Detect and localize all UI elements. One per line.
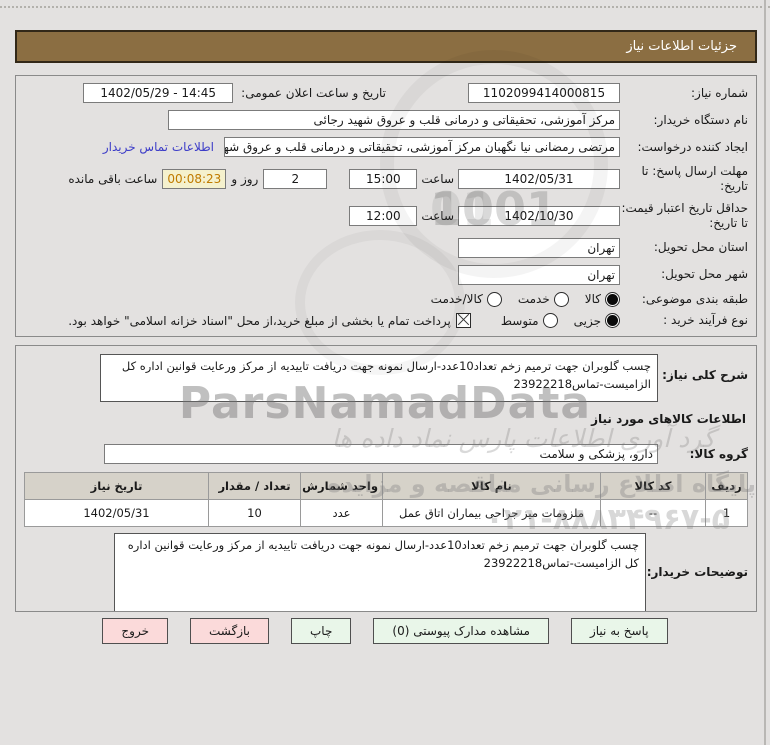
col-row-number: ردیف xyxy=(705,472,748,500)
page-title-bar: جزئیات اطلاعات نیاز xyxy=(15,30,757,63)
goods-table-row: 1 -- ملزومات میز جراحی بیماران اتاق عمل … xyxy=(24,499,748,527)
validity-time-field[interactable]: 12:00 xyxy=(349,205,418,226)
need-description-label: شرح کلی نیاز: xyxy=(662,368,748,382)
classification-option-goods-label: کالا xyxy=(584,292,601,307)
classification-option-goods-service-label: کالا/خدمت xyxy=(430,292,483,307)
cell-quantity: 10 xyxy=(208,499,301,527)
requester-label: ایجاد کننده درخواست: xyxy=(637,139,748,154)
classification-radio-goods-service[interactable] xyxy=(486,291,502,307)
goods-table-header-row: ردیف کد کالا نام کالا واحد شمارش تعداد /… xyxy=(24,472,748,500)
need-number-row: شماره نیاز: 1102099414000815 تاریخ و ساع… xyxy=(24,83,748,104)
announce-datetime-field[interactable]: 1402/05/29 - 14:45 xyxy=(83,83,234,104)
hours-remaining-label: ساعت باقی مانده xyxy=(68,172,158,187)
col-need-date: تاریخ نیاز xyxy=(24,472,209,500)
col-item-name: نام کالا xyxy=(382,472,601,500)
deadline-hour-label: ساعت xyxy=(421,172,454,187)
goods-table: ردیف کد کالا نام کالا واحد شمارش تعداد /… xyxy=(24,472,748,527)
cell-unit: عدد xyxy=(300,499,383,527)
goods-group-row: گروه کالا: دارو، پزشکی و سلامت xyxy=(24,444,748,464)
cell-item-code: -- xyxy=(600,499,706,527)
page-title: جزئیات اطلاعات نیاز xyxy=(626,39,737,54)
need-info-panel: شماره نیاز: 1102099414000815 تاریخ و ساع… xyxy=(15,75,757,337)
col-unit: واحد شمارش xyxy=(300,472,383,500)
treasury-checkbox[interactable] xyxy=(455,313,471,329)
action-buttons: پاسخ به نیاز مشاهده مدارک پیوستی (0) چاپ… xyxy=(0,618,770,644)
process-type-label: نوع فرآیند خرید : xyxy=(663,313,748,328)
deadline-time-field[interactable]: 15:00 xyxy=(349,169,418,190)
respond-to-need-button[interactable]: پاسخ به نیاز xyxy=(570,618,668,644)
province-label: استان محل تحویل: xyxy=(653,240,748,255)
need-description-field[interactable]: چسب گلوبران جهت ترمیم زخم تعداد10عدد-ارس… xyxy=(100,354,658,402)
col-item-code: کد کالا xyxy=(600,472,706,500)
cell-need-date: 1402/05/31 xyxy=(24,499,209,527)
city-row: شهر محل تحویل: تهران xyxy=(24,264,748,285)
classification-label: طبقه بندی موضوعی: xyxy=(641,291,748,306)
validity-hour-label: ساعت xyxy=(421,208,454,223)
classification-radio-goods[interactable] xyxy=(605,291,620,307)
countdown-timer: 00:08:23 xyxy=(162,169,227,190)
exit-button[interactable]: خروج xyxy=(102,618,168,644)
requester-field[interactable]: مرتضی رمضانی نیا نگهبان مرکز آموزشی، تحق… xyxy=(224,137,620,158)
buyer-org-field[interactable]: مرکز آموزشی، تحقیقاتی و درمانی قلب و عرو… xyxy=(168,110,620,131)
classification-row: طبقه بندی موضوعی: کالا خدمت کالا/خدمت xyxy=(24,291,748,307)
buyer-notes-field[interactable]: چسب گلوبران جهت ترمیم زخم تعداد10عدد-ارس… xyxy=(114,533,646,611)
back-button[interactable]: بازگشت xyxy=(190,618,269,644)
col-quantity: تعداد / مقدار xyxy=(208,472,301,500)
price-validity-row: حداقل تاریخ اعتبار قیمت: تا تاریخ: 1402/… xyxy=(24,201,748,231)
goods-group-field[interactable]: دارو، پزشکی و سلامت xyxy=(104,444,658,464)
buyer-contact-link[interactable]: اطلاعات تماس خریدار xyxy=(103,140,214,154)
need-description-row: شرح کلی نیاز: چسب گلوبران جهت ترمیم زخم … xyxy=(24,354,748,402)
days-label: روز و xyxy=(231,172,259,187)
province-field[interactable]: تهران xyxy=(458,237,620,258)
buyer-org-row: نام دستگاه خریدار: مرکز آموزشی، تحقیقاتی… xyxy=(24,110,749,131)
days-remaining-field[interactable]: 2 xyxy=(263,169,328,190)
buyer-notes-label: توضیحات خریدار: xyxy=(646,565,748,579)
process-type-radio-partial[interactable] xyxy=(605,313,620,329)
buyer-notes-row: توضیحات خریدار: چسب گلوبران جهت ترمیم زخ… xyxy=(24,533,748,611)
announce-datetime-label: تاریخ و ساعت اعلان عمومی: xyxy=(241,86,386,101)
view-attached-docs-button[interactable]: مشاهده مدارک پیوستی (0) xyxy=(373,618,549,644)
deadline-date-field[interactable]: 1402/05/31 xyxy=(458,169,620,190)
treasury-checkbox-label: پرداخت تمام یا بخشی از مبلغ خرید،از محل … xyxy=(68,313,451,328)
procurement-need-details-page: { "header": { "title": "جزئیات اطلاعات ن… xyxy=(0,0,770,745)
classification-option-service-label: خدمت xyxy=(517,292,550,307)
deadline-label: مهلت ارسال پاسخ: تا تاریخ: xyxy=(641,164,748,194)
requester-row: ایجاد کننده درخواست: مرتضی رمضانی نیا نگ… xyxy=(24,137,748,158)
classification-radio-service[interactable] xyxy=(553,291,569,307)
process-type-option-partial-label: جزیی xyxy=(573,313,601,328)
validity-date-field[interactable]: 1402/10/30 xyxy=(458,205,620,226)
city-field[interactable]: تهران xyxy=(458,264,620,285)
process-type-radio-medium[interactable] xyxy=(542,313,558,329)
cell-item-name: ملزومات میز جراحی بیماران اتاق عمل xyxy=(382,499,601,527)
buyer-org-label: نام دستگاه خریدار: xyxy=(653,112,749,127)
goods-info-panel: شرح کلی نیاز: چسب گلوبران جهت ترمیم زخم … xyxy=(15,345,757,612)
goods-group-label: گروه کالا: xyxy=(689,447,748,461)
need-number-label: شماره نیاز: xyxy=(691,85,748,100)
goods-section-title: اطلاعات کالاهای مورد نیاز xyxy=(591,412,746,426)
deadline-row: مهلت ارسال پاسخ: تا تاریخ: 1402/05/31 سا… xyxy=(24,164,748,194)
top-dotted-divider xyxy=(0,6,770,8)
province-row: استان محل تحویل: تهران xyxy=(24,237,748,258)
price-validity-label: حداقل تاریخ اعتبار قیمت: تا تاریخ: xyxy=(621,200,748,230)
need-number-field[interactable]: 1102099414000815 xyxy=(468,83,620,104)
cell-row-number: 1 xyxy=(705,499,748,527)
city-label: شهر محل تحویل: xyxy=(661,267,748,282)
process-type-row: نوع فرآیند خرید : جزیی متوسط پرداخت تمام… xyxy=(24,313,748,329)
print-button[interactable]: چاپ xyxy=(291,618,352,644)
process-type-option-medium-label: متوسط xyxy=(500,313,539,328)
